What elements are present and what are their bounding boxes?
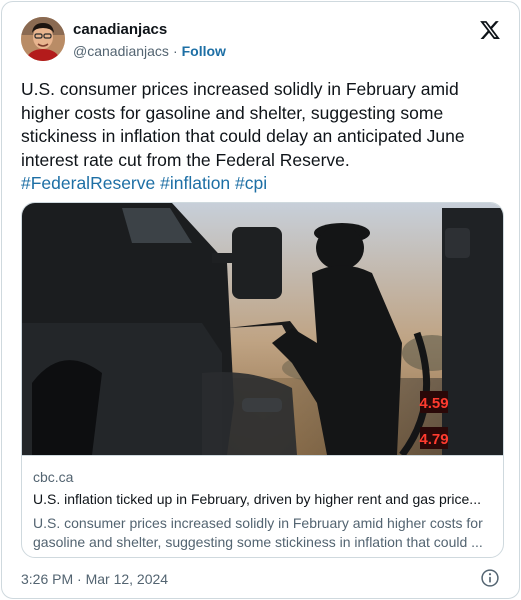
hashtag-inflation[interactable]: #inflation <box>160 173 230 193</box>
card-description: U.S. consumer prices increased solidly i… <box>33 515 483 550</box>
tweet-body: U.S. consumer prices increased solidly i… <box>21 79 465 170</box>
info-icon[interactable] <box>480 568 500 588</box>
follow-button[interactable]: Follow <box>182 43 226 59</box>
hashtag-list: #FederalReserve #inflation #cpi <box>21 173 267 193</box>
author-display-name[interactable]: canadianjacs <box>73 21 167 38</box>
link-preview-card[interactable]: 4.59 4.79 cbc.ca U.S. inflation ticked u… <box>21 202 504 558</box>
avatar-image <box>21 17 65 61</box>
author-handle-row: @canadianjacs · Follow <box>73 43 226 59</box>
author-handle[interactable]: @canadianjacs <box>73 43 169 59</box>
tweet-timestamp[interactable]: 3:26 PM · Mar 12, 2024 <box>21 571 168 587</box>
card-domain: cbc.ca <box>33 469 74 485</box>
card-title[interactable]: U.S. inflation ticked up in February, dr… <box>33 491 495 507</box>
hashtag-cpi[interactable]: #cpi <box>235 173 267 193</box>
card-info: cbc.ca U.S. inflation ticked up in Febru… <box>22 455 503 557</box>
tweet-text: U.S. consumer prices increased solidly i… <box>21 78 511 196</box>
hashtag-federalreserve[interactable]: #FederalReserve <box>21 173 155 193</box>
separator-dot: · <box>172 43 178 59</box>
card-image[interactable]: 4.59 4.79 <box>22 203 504 455</box>
avatar[interactable] <box>21 17 65 61</box>
pump-price-bottom: 4.79 <box>419 431 448 448</box>
tweet-card: canadianjacs @canadianjacs · Follow U.S. c… <box>1 1 520 599</box>
pump-price-top: 4.59 <box>419 395 448 412</box>
x-logo-icon[interactable] <box>479 19 501 41</box>
